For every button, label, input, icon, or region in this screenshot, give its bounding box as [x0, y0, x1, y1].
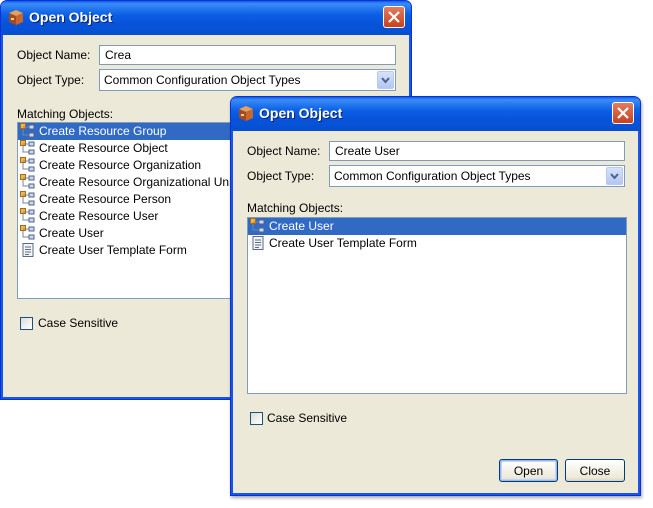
list-item-label: Create Resource Person — [39, 192, 172, 206]
form-object-icon — [20, 123, 35, 138]
form-object-icon — [20, 140, 35, 155]
app-box-icon — [239, 106, 253, 121]
matching-objects-label: Matching Objects: — [17, 107, 114, 121]
object-type-label: Object Type: — [247, 169, 315, 183]
object-type-dropdown[interactable]: Common Configuration Object Types — [99, 69, 396, 91]
form-object-icon — [20, 174, 35, 189]
form-object-icon — [20, 225, 35, 240]
title-bar[interactable]: Open Object — [231, 97, 640, 131]
list-item-label: Create Resource User — [39, 209, 159, 223]
case-sensitive-label: Case Sensitive — [38, 316, 119, 330]
list-item[interactable]: Create User Template Form — [248, 235, 626, 252]
object-name-input[interactable]: Create User — [329, 141, 625, 161]
case-sensitive-label: Case Sensitive — [267, 411, 348, 425]
matching-objects-label: Matching Objects: — [247, 201, 344, 215]
close-icon — [617, 107, 629, 119]
form-object-icon — [20, 157, 35, 172]
object-name-label: Object Name: — [17, 48, 91, 62]
object-name-input[interactable]: Crea — [99, 45, 396, 65]
list-item-label: Create Resource Organization — [39, 158, 202, 172]
list-item-label: Create Resource Organizational Unit — [39, 175, 236, 189]
object-type-value: Common Configuration Object Types — [104, 73, 301, 87]
open-button[interactable]: Open — [499, 459, 558, 482]
object-type-dropdown[interactable]: Common Configuration Object Types — [329, 165, 625, 187]
object-type-label: Object Type: — [17, 73, 85, 87]
form-object-icon — [250, 218, 265, 233]
title-bar[interactable]: Open Object — [1, 1, 411, 35]
list-item-label: Create Resource Group — [39, 124, 167, 138]
chevron-down-icon — [610, 173, 619, 180]
list-item-label: Create User — [39, 226, 104, 240]
list-item-label: Create Resource Object — [39, 141, 168, 155]
list-item-label: Create User — [269, 219, 334, 233]
close-window-button[interactable] — [612, 102, 634, 124]
list-item[interactable]: Create User — [248, 218, 626, 235]
document-icon — [22, 243, 34, 257]
close-button[interactable]: Close — [565, 459, 625, 482]
dialog-title: Open Object — [29, 9, 113, 25]
case-sensitive-checkbox[interactable] — [250, 412, 263, 425]
list-item-label: Create User Template Form — [39, 243, 187, 257]
dropdown-arrow-button[interactable] — [606, 167, 623, 185]
form-object-icon — [20, 191, 35, 206]
case-sensitive-checkbox[interactable] — [20, 317, 33, 330]
close-icon — [388, 11, 400, 23]
document-icon — [252, 236, 264, 250]
object-type-value: Common Configuration Object Types — [334, 169, 531, 183]
chevron-down-icon — [381, 77, 390, 84]
list-item-label: Create User Template Form — [269, 236, 417, 250]
app-box-icon — [9, 10, 23, 25]
close-window-button[interactable] — [383, 6, 405, 28]
dialog-title: Open Object — [259, 105, 343, 121]
matching-objects-list[interactable]: Create User Create User Template Form — [247, 217, 627, 394]
front-open-object-dialog: Open Object Object Name: Create User Obj… — [230, 96, 641, 496]
form-object-icon — [20, 208, 35, 223]
object-name-label: Object Name: — [247, 144, 321, 158]
dropdown-arrow-button[interactable] — [377, 71, 394, 89]
